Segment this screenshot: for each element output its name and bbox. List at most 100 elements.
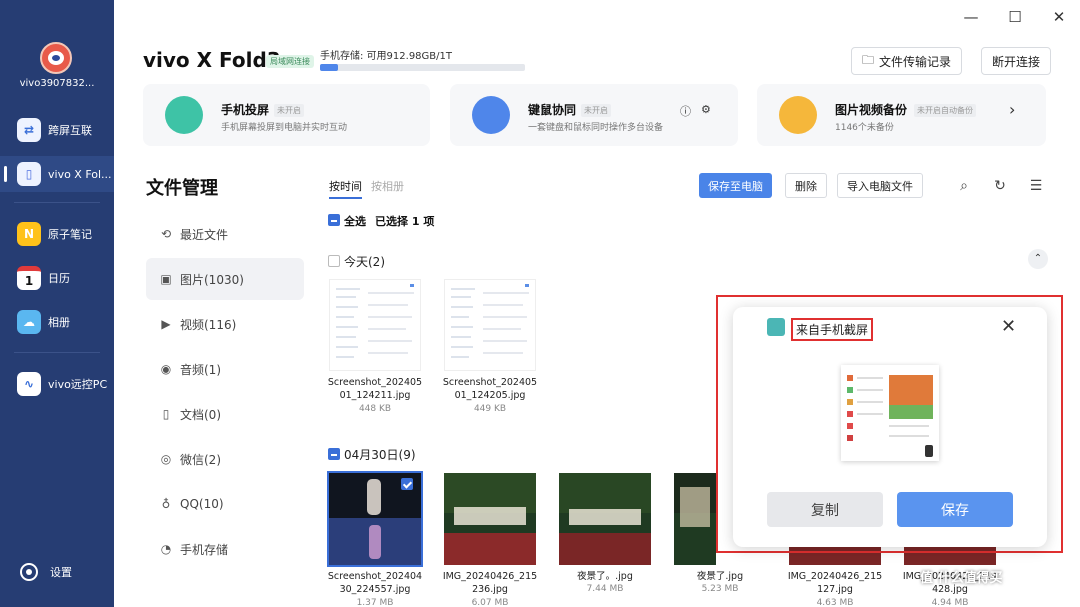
transfer-history-button[interactable]: 🗀 文件传输记录	[851, 47, 963, 75]
list-view-icon[interactable]: ☰	[1028, 178, 1044, 194]
file-size: 4.63 MB	[816, 598, 854, 607]
sidebar-item-label: 跨屏互联	[48, 124, 92, 137]
file-name: Screenshot_202404 30_224557.jpg	[327, 571, 423, 595]
storage-label: 手机存储: 可用912.98GB/1T	[320, 51, 452, 62]
watermark: 值 什么值得买	[920, 571, 1003, 586]
info-icon[interactable]: ⓘ	[680, 103, 691, 119]
folder-icon: 🗀	[862, 52, 875, 67]
nav-label: 音频(1)	[180, 362, 221, 377]
group-title: 04月30日(9)	[344, 448, 416, 462]
account-name: vivo3907832...	[19, 78, 95, 89]
group-checkbox[interactable]	[328, 448, 340, 460]
nav-recent[interactable]: ⟲ 最近文件	[146, 213, 304, 255]
sidebar-item-calendar[interactable]: 1 日历	[0, 260, 114, 296]
card-backup[interactable]: 图片视频备份 未开启自动备份 1146个未备份 ›	[757, 84, 1046, 146]
sidebar-item-album[interactable]: ☁ 相册	[0, 304, 114, 340]
sidebar-divider	[14, 352, 100, 353]
sidebar: vivo3907832... ⇄ 跨屏互联 ▯ vivo X Fol... N …	[0, 0, 114, 607]
group-checkbox[interactable]	[328, 255, 340, 267]
avatar[interactable]	[40, 42, 72, 74]
keyboard-icon	[472, 96, 510, 134]
file-checkbox[interactable]	[401, 478, 413, 490]
nav-label: 图片(1030)	[180, 272, 244, 287]
tab-by-album[interactable]: 按相册	[371, 178, 404, 194]
file-thumbnail[interactable]	[329, 279, 421, 371]
save-to-pc-button[interactable]: 保存至电脑	[699, 173, 772, 198]
video-icon: ▶	[161, 317, 171, 331]
transfer-history-label: 文件传输记录	[879, 54, 952, 69]
card-subtitle: 一套键盘和鼠标同时操作多台设备	[528, 123, 664, 133]
file-thumbnail[interactable]	[444, 279, 536, 371]
file-size: 448 KB	[358, 404, 392, 414]
backup-icon	[779, 96, 817, 134]
delete-button[interactable]: 删除	[785, 173, 827, 198]
audio-icon: ◉	[160, 362, 172, 376]
nav-images[interactable]: ▣ 图片(1030)	[146, 258, 304, 300]
card-keyboard-mouse[interactable]: 键鼠协同 未开启 一套键盘和鼠标同时操作多台设备 ⓘ ⚙	[450, 84, 738, 146]
nav-phone-storage[interactable]: ◔ 手机存储	[146, 528, 304, 570]
sidebar-item-label: vivo X Fol...	[48, 167, 112, 181]
calendar-icon: 1	[17, 266, 41, 290]
file-name: IMG_20240426_215 236.jpg	[442, 571, 538, 595]
nav-label: 视频(116)	[180, 317, 237, 332]
settings-button[interactable]: 设置	[20, 563, 72, 581]
storage-bar	[320, 64, 525, 71]
qq-icon: ♁	[161, 497, 171, 511]
sidebar-item-label: vivo远控PC	[48, 378, 108, 391]
chevron-up-icon[interactable]: ⌃	[1028, 249, 1048, 269]
select-all-label: 全选	[344, 215, 366, 228]
card-badge: 未开启	[274, 104, 304, 117]
file-size: 6.07 MB	[471, 598, 509, 607]
tab-by-time[interactable]: 按时间	[329, 178, 362, 199]
card-screen-cast[interactable]: 手机投屏 未开启 手机屏幕投屏到电脑并实时互动	[143, 84, 430, 146]
nav-label: 文档(0)	[180, 407, 221, 422]
file-thumbnail[interactable]	[327, 471, 423, 567]
sidebar-item-notes[interactable]: N 原子笔记	[0, 216, 114, 252]
gear-icon	[20, 563, 38, 581]
file-size: 1.37 MB	[356, 598, 394, 607]
file-thumbnail[interactable]	[674, 473, 716, 565]
settings-icon[interactable]: ⚙	[701, 103, 711, 116]
file-size: 5.23 MB	[701, 584, 739, 594]
phone-icon: ▯	[17, 162, 41, 186]
image-icon: ▣	[160, 272, 172, 286]
nav-label: 最近文件	[180, 227, 229, 242]
file-thumbnail[interactable]	[444, 473, 536, 565]
close-window-button[interactable]: ✕	[1048, 8, 1070, 26]
nav-wechat[interactable]: ◎ 微信(2)	[146, 438, 304, 480]
maximize-button[interactable]: ☐	[1004, 8, 1026, 26]
nav-documents[interactable]: ▯ 文档(0)	[146, 393, 304, 435]
cross-screen-icon: ⇄	[17, 118, 41, 142]
copy-button[interactable]: 复制	[767, 492, 883, 527]
sidebar-item-cross-screen[interactable]: ⇄ 跨屏互联	[0, 112, 114, 148]
recent-icon: ⟲	[160, 227, 172, 241]
chevron-right-icon[interactable]: ›	[1009, 100, 1015, 119]
screenshot-preview[interactable]	[841, 365, 939, 461]
disconnect-button[interactable]: 断开连接	[981, 47, 1052, 75]
card-subtitle: 手机屏幕投屏到电脑并实时互动	[221, 123, 348, 133]
select-all-checkbox[interactable]	[328, 214, 340, 226]
minimize-button[interactable]: —	[960, 8, 982, 26]
sidebar-item-device[interactable]: ▯ vivo X Fol...	[0, 156, 114, 192]
nav-audio[interactable]: ◉ 音频(1)	[146, 348, 304, 390]
nav-videos[interactable]: ▶ 视频(116)	[146, 303, 304, 345]
nav-qq[interactable]: ♁ QQ(10)	[146, 483, 304, 525]
phone-storage-icon: ◔	[160, 542, 172, 556]
refresh-icon[interactable]: ↻	[992, 178, 1008, 194]
card-title: 键鼠协同	[528, 103, 577, 117]
import-button[interactable]: 导入电脑文件	[837, 173, 923, 198]
wechat-icon: ◎	[160, 452, 172, 466]
card-subtitle: 1146个未备份	[835, 123, 894, 133]
close-icon[interactable]: ✕	[1001, 316, 1016, 337]
remote-pc-icon: ∿	[17, 372, 41, 396]
save-button[interactable]: 保存	[897, 492, 1013, 527]
image-icon	[767, 318, 785, 336]
file-name: 夜景了.jpg	[696, 571, 744, 582]
file-manager-title: 文件管理	[146, 178, 218, 199]
group-title: 今天(2)	[344, 255, 385, 269]
storage-bar-fill	[320, 64, 339, 71]
file-thumbnail[interactable]	[559, 473, 651, 565]
sidebar-item-remote-pc[interactable]: ∿ vivo远控PC	[0, 366, 114, 402]
selected-count: 已选择 1 项	[375, 215, 435, 228]
search-icon[interactable]: ⌕	[956, 178, 972, 194]
